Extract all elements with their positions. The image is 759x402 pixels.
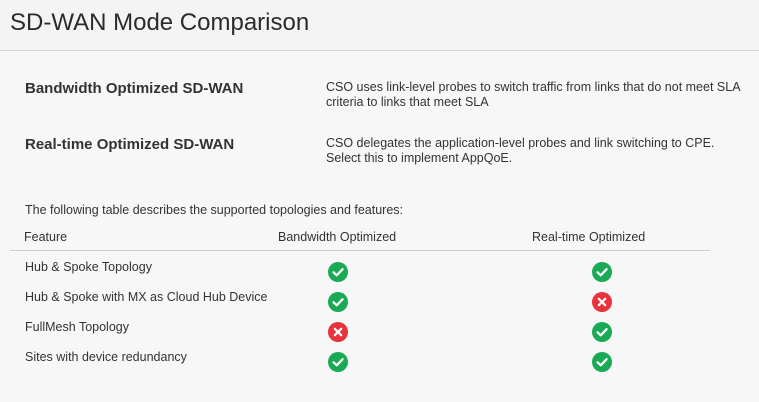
column-header-realtime: Real-time Optimized xyxy=(532,230,646,244)
table-row: Hub & Spoke with MX as Cloud Hub Device xyxy=(10,288,710,318)
cross-icon xyxy=(592,292,612,312)
check-icon xyxy=(592,322,612,342)
page-title: SD-WAN Mode Comparison xyxy=(10,9,310,36)
cross-icon xyxy=(328,322,348,342)
check-icon xyxy=(328,352,348,372)
comparison-table: Feature Bandwidth Optimized Real-time Op… xyxy=(10,225,710,378)
mode-name-bandwidth: Bandwidth Optimized SD-WAN xyxy=(25,80,244,97)
feature-cell: Hub & Spoke Topology xyxy=(25,260,152,274)
content-panel: Bandwidth Optimized SD-WAN CSO uses link… xyxy=(0,51,759,402)
feature-cell: FullMesh Topology xyxy=(25,320,129,334)
table-header-row: Feature Bandwidth Optimized Real-time Op… xyxy=(10,225,710,251)
table-row: Sites with device redundancy xyxy=(10,348,710,378)
mode-name-realtime: Real-time Optimized SD-WAN xyxy=(25,136,235,153)
mode-description-realtime: CSO delegates the application-level prob… xyxy=(326,136,715,165)
check-icon xyxy=(592,352,612,372)
check-icon xyxy=(328,292,348,312)
table-row: Hub & Spoke Topology xyxy=(10,258,710,288)
page-header: SD-WAN Mode Comparison xyxy=(0,0,759,51)
mode-description-bandwidth: CSO uses link-level probes to switch tra… xyxy=(326,80,740,109)
check-icon xyxy=(592,262,612,282)
table-body: Hub & Spoke Topology Hub & Spoke with MX … xyxy=(10,251,710,378)
check-icon xyxy=(328,262,348,282)
feature-cell: Hub & Spoke with MX as Cloud Hub Device xyxy=(25,290,268,304)
table-intro: The following table describes the suppor… xyxy=(25,203,404,217)
feature-cell: Sites with device redundancy xyxy=(25,350,187,364)
column-header-bandwidth: Bandwidth Optimized xyxy=(278,230,397,244)
table-row: FullMesh Topology xyxy=(10,318,710,348)
column-header-feature: Feature xyxy=(24,230,68,244)
